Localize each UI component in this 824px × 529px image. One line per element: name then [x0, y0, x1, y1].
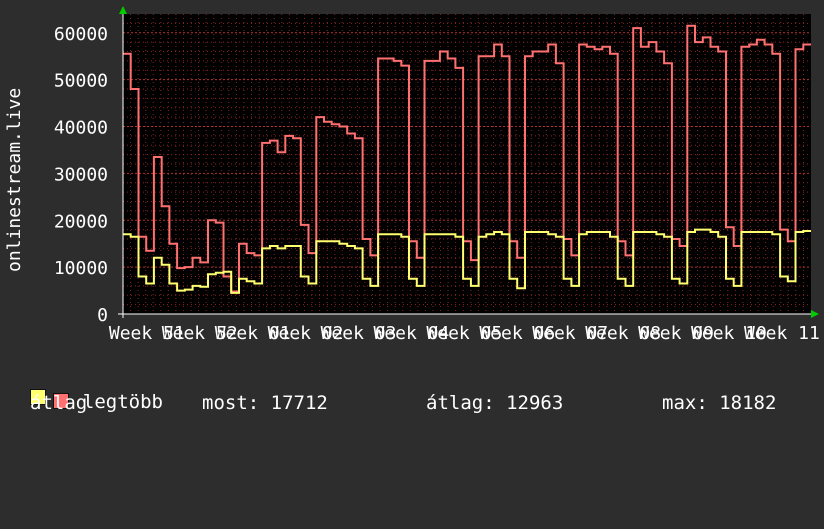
legend-label-atlag: átlag: [30, 392, 88, 414]
y-tick-label: 60000: [54, 24, 108, 45]
x-axis-ticks: Week 51Week 52Week 01Week 02Week 03Week …: [109, 323, 820, 344]
y-tick-label: 40000: [54, 118, 108, 139]
y-tick-label: 30000: [54, 164, 108, 185]
x-axis-arrow-icon: [811, 310, 819, 318]
legend-row-avg: átlag most: 17712 átlag: 12963 max: 1818…: [30, 389, 820, 417]
y-tick-label: 20000: [54, 211, 108, 232]
stat-atlag: átlag: 12963: [426, 392, 564, 414]
y-axis-arrow-icon: [119, 6, 127, 14]
chart-svg: 0 10000 20000 30000 40000 50000 60000 Week 51W…: [4, 6, 820, 344]
y-tick-label: 10000: [54, 258, 108, 279]
stat-most: most: 17712: [202, 392, 328, 414]
y-tick-label: 0: [97, 305, 108, 326]
y-axis-label: onlinestream.live: [4, 88, 25, 272]
y-axis-ticks: 0 10000 20000 30000 40000 50000 60000: [54, 24, 108, 326]
y-tick-label: 50000: [54, 71, 108, 92]
x-tick-label: Week 11: [744, 323, 820, 344]
stat-max: max: 18182: [662, 392, 777, 414]
